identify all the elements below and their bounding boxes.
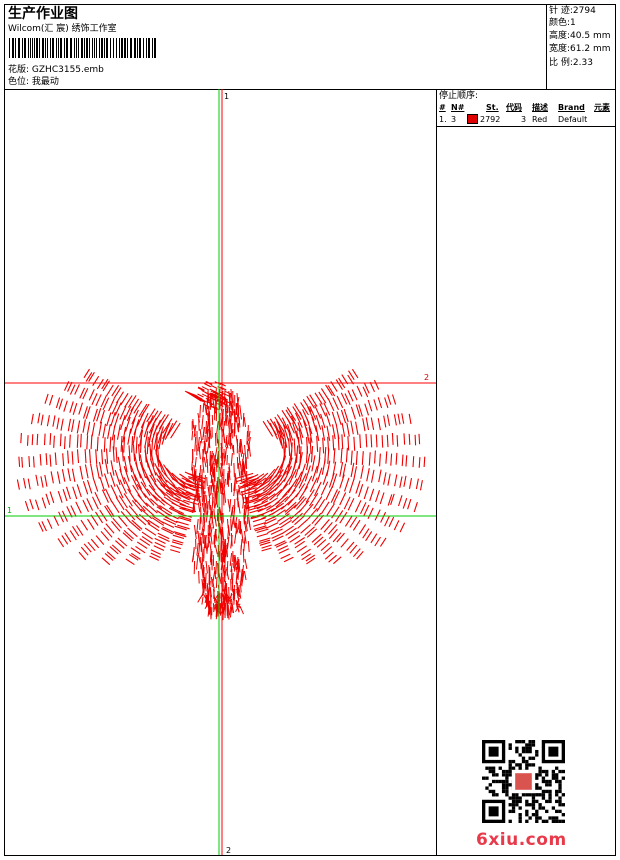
stat-height: 高度:40.5 mm (549, 31, 611, 41)
page-title: 生产作业图 (8, 6, 78, 22)
stop-sequence-panel: 停止顺序: # N# St. 代码 描述 Brand 元素 1. 3 2792 … (437, 89, 615, 855)
stat-width: 宽度:61.2 mm (549, 44, 611, 54)
row-code: 3 (521, 115, 527, 124)
row-needle: 3 (451, 115, 457, 124)
col-description: 描述 (532, 103, 548, 112)
color-line: 色位: 我最动 (8, 77, 59, 88)
watermark-text: 6xiu.com (476, 830, 567, 850)
embroidery-preview: 1 2 1 2 (5, 89, 436, 855)
header: 生产作业图 Wilcom(汇 宸) 绣饰工作室 花版: GZHC3155.emb… (5, 5, 615, 90)
production-sheet: 生产作业图 Wilcom(汇 宸) 绣饰工作室 花版: GZHC3155.emb… (4, 4, 616, 856)
design-label: 花版: (8, 65, 30, 75)
table-row: 1. 3 2792 3 Red Default (437, 114, 615, 127)
col-index: # (439, 103, 446, 112)
barcode (9, 38, 156, 58)
col-stitches: St. (486, 103, 499, 112)
table-header: # N# St. 代码 描述 Brand 元素 (437, 102, 615, 114)
eagle-embroidery (16, 368, 426, 621)
row-description: Red (532, 115, 548, 124)
color-label: 色位: (8, 77, 30, 87)
axis-label-top: 1 (224, 92, 229, 101)
axis-label-left: 1 (7, 506, 12, 515)
col-brand: Brand (558, 103, 585, 112)
stat-stitches: 针 迹:2794 (549, 6, 596, 16)
qr-code (482, 740, 565, 823)
stat-colors: 颜色:1 (549, 18, 576, 28)
stop-sequence-table: # N# St. 代码 描述 Brand 元素 1. 3 2792 3 Red … (437, 102, 615, 127)
col-needle: N# (451, 103, 465, 112)
design-canvas: 1 2 1 2 (5, 89, 437, 855)
thread-color-swatch (467, 114, 478, 124)
row-stitches: 2792 (480, 115, 501, 124)
col-element: 元素 (594, 103, 610, 112)
panel-title: 停止顺序: (439, 91, 479, 101)
design-filename: GZHC3155.emb (31, 65, 104, 75)
subtitle: Wilcom(汇 宸) 绣饰工作室 (8, 24, 117, 34)
stats-box: 针 迹:2794 颜色:1 高度:40.5 mm 宽度:61.2 mm 比 例:… (546, 5, 616, 89)
color-name: 我最动 (31, 77, 59, 87)
axis-label-bottom: 2 (226, 846, 231, 855)
col-code: 代码 (506, 103, 522, 112)
stat-scale: 比 例:2.33 (549, 58, 593, 68)
row-index: 1. (439, 115, 447, 124)
row-brand: Default (558, 115, 588, 124)
axis-label-right: 2 (424, 373, 429, 382)
design-line: 花版: GZHC3155.emb (8, 65, 104, 76)
